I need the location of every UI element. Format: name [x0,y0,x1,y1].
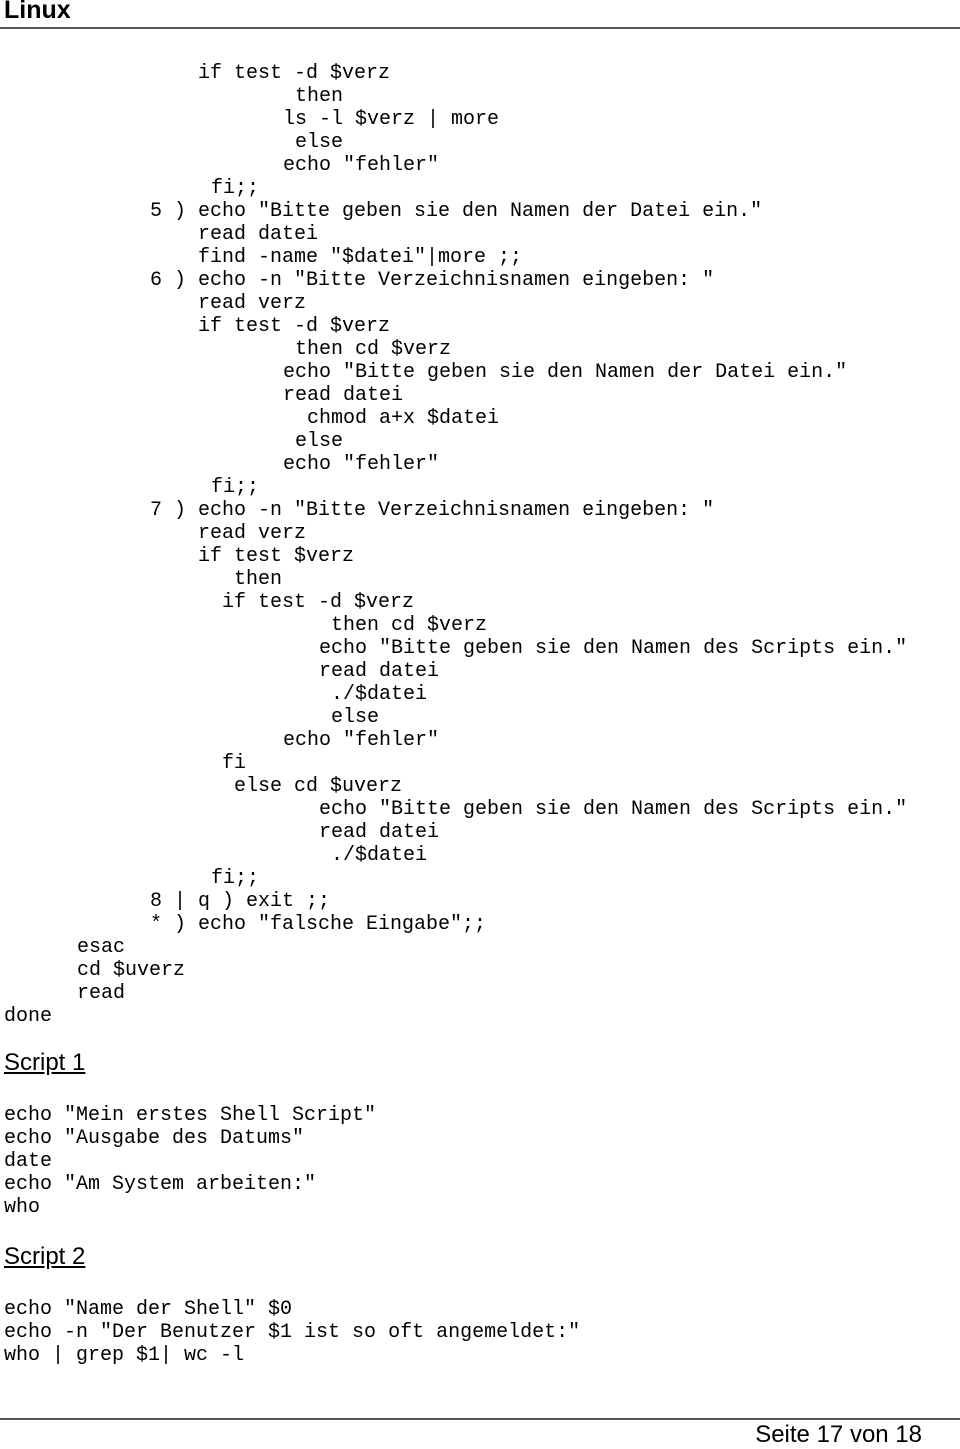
code-line: read datei [198,223,319,246]
code-line: read datei [319,660,440,683]
code-line: 8 | q ) exit ;; [150,890,331,913]
code-line: else [295,131,344,154]
code-line: done [4,1005,53,1028]
code-line: echo "Name der Shell" $0 [4,1298,293,1321]
code-line: 6 ) echo -n "Bitte Verzeichnisnamen eing… [150,269,715,292]
code-line: chmod a+x $datei [307,407,500,430]
code-line: 5 ) echo "Bitte geben sie den Namen der … [150,200,763,223]
code-line: ls -l $verz | more [283,108,500,131]
code-line: 7 ) echo -n "Bitte Verzeichnisnamen eing… [150,499,715,522]
code-line: read [77,982,126,1005]
code-line: who | grep $1| wc -l [4,1344,245,1367]
code-line: then [295,85,344,108]
code-line: echo "Bitte geben sie den Namen des Scri… [319,637,908,660]
code-line: date [4,1150,53,1173]
document-header-title: Linux [4,0,71,24]
code-line: read datei [319,821,440,844]
code-line: echo "fehler" [283,154,440,177]
code-line: read verz [198,292,307,315]
code-line: if test -d $verz [222,591,415,614]
code-line: if test -d $verz [198,315,391,338]
code-line: read verz [198,522,307,545]
script2-heading: Script 2 [4,1243,86,1270]
code-line: fi [222,752,247,775]
header-divider [0,27,960,29]
code-line: else [331,706,380,729]
code-line: then [234,568,283,591]
code-line: echo "fehler" [283,453,440,476]
code-line: echo "Ausgabe des Datums" [4,1127,305,1150]
page-number: Seite 17 von 18 [755,1421,922,1448]
code-line: then cd $verz [331,614,488,637]
code-line: else cd $uverz [234,775,403,798]
script1-heading: Script 1 [4,1049,86,1076]
code-line: echo "Am System arbeiten:" [4,1173,317,1196]
code-line: fi;; [211,177,260,200]
code-line: read datei [283,384,404,407]
code-line: echo "Bitte geben sie den Namen des Scri… [319,798,908,821]
code-line: echo "fehler" [283,729,440,752]
code-line: else [295,430,344,453]
code-line: ./$datei [331,844,428,867]
code-line: echo -n "Der Benutzer $1 ist so oft ange… [4,1321,581,1344]
code-line: * ) echo "falsche Eingabe";; [150,913,487,936]
code-line: ./$datei [331,683,428,706]
code-line: echo "Mein erstes Shell Script" [4,1104,377,1127]
code-line: esac [77,936,126,959]
code-line: fi;; [211,867,260,890]
code-line: then cd $verz [295,338,452,361]
code-line: fi;; [211,476,260,499]
footer-divider [0,1418,960,1420]
code-line: if test -d $verz [198,62,391,85]
code-line: find -name "$datei"|more ;; [198,246,523,269]
code-line: who [4,1196,41,1219]
code-line: echo "Bitte geben sie den Namen der Date… [283,361,848,384]
code-line: if test $verz [198,545,355,568]
code-line: cd $uverz [77,959,186,982]
